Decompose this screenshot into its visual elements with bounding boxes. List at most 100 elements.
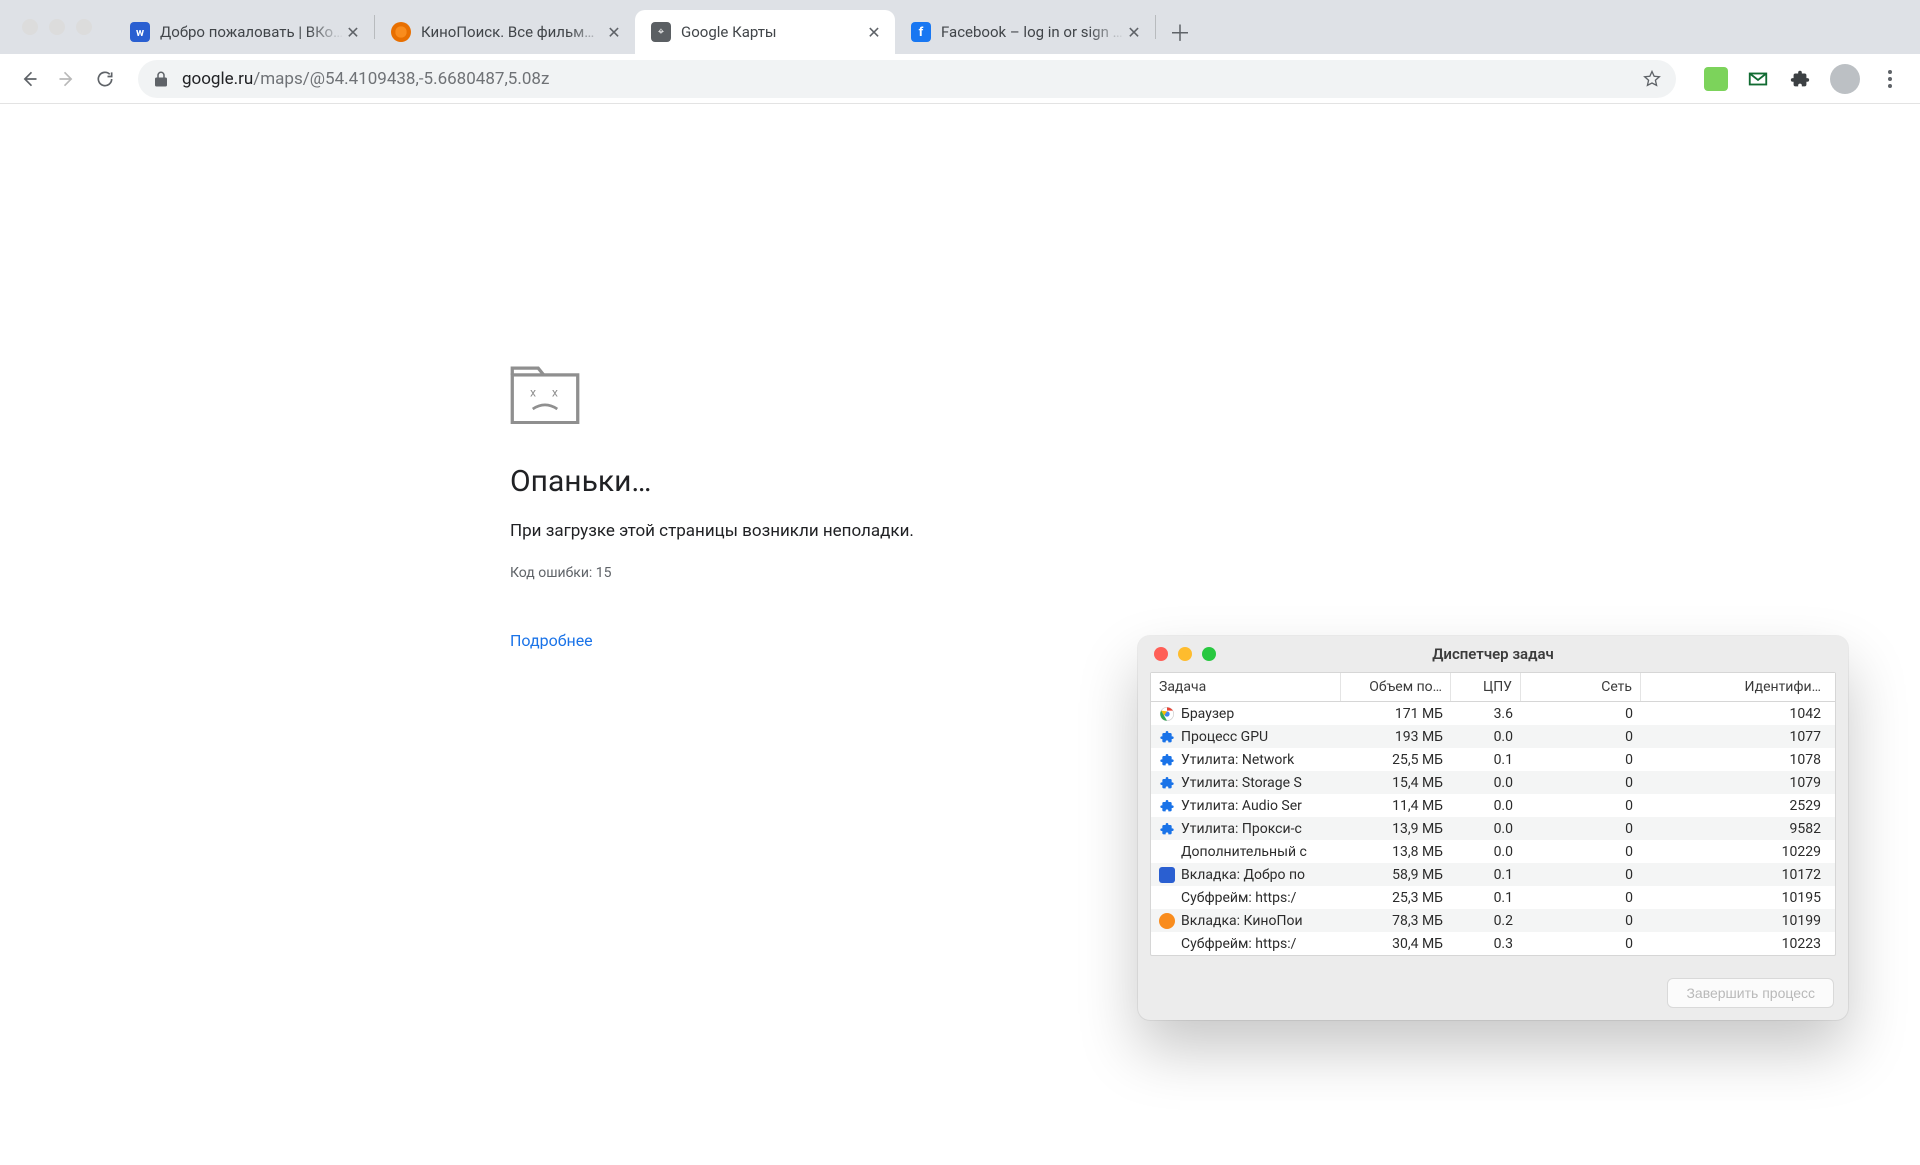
col-cpu[interactable]: ЦПУ xyxy=(1451,673,1521,701)
window-close-button[interactable] xyxy=(22,19,38,35)
process-network: 0 xyxy=(1521,729,1641,745)
tab-facebook[interactable]: f Facebook – log in or sign up ✕ xyxy=(895,10,1155,54)
task-manager-titlebar[interactable]: Диспетчер задач xyxy=(1138,636,1848,672)
browser-window: w Добро пожаловать | ВКонтак ✕ КиноПоиск… xyxy=(0,0,1920,1165)
col-network[interactable]: Сеть xyxy=(1521,673,1641,701)
extension-mail-icon[interactable] xyxy=(1746,67,1770,91)
process-network: 0 xyxy=(1521,775,1641,791)
process-icon xyxy=(1159,821,1175,837)
task-row[interactable]: Браузер171 МБ3.601042 xyxy=(1151,702,1835,725)
bookmark-star-icon[interactable] xyxy=(1642,69,1662,89)
task-row[interactable]: Субфрейм: https:/30,4 МБ0.3010223 xyxy=(1151,932,1835,955)
task-row[interactable]: Вкладка: КиноПои78,3 МБ0.2010199 xyxy=(1151,909,1835,932)
sad-folder-icon: x x xyxy=(510,364,580,424)
error-page: x x Опаньки… При загрузке этой страницы … xyxy=(510,364,1150,650)
process-network: 0 xyxy=(1521,844,1641,860)
process-network: 0 xyxy=(1521,706,1641,722)
tab-separator xyxy=(1155,15,1156,39)
tab-kinopoisk[interactable]: КиноПоиск. Все фильмы план ✕ xyxy=(375,10,635,54)
process-memory: 13,8 МБ xyxy=(1341,844,1451,860)
svg-text:x: x xyxy=(530,386,536,400)
learn-more-link[interactable]: Подробнее xyxy=(510,631,593,650)
process-name: Утилита: Audio Ser xyxy=(1181,798,1302,814)
toolbar: google.ru/maps/@54.4109438,-5.6680487,5.… xyxy=(0,54,1920,104)
profile-avatar[interactable] xyxy=(1830,64,1860,94)
extensions-area xyxy=(1686,64,1910,94)
address-bar[interactable]: google.ru/maps/@54.4109438,-5.6680487,5.… xyxy=(138,60,1676,98)
process-id: 10229 xyxy=(1641,844,1835,860)
back-button[interactable] xyxy=(10,60,48,98)
task-row[interactable]: Вкладка: Добро по58,9 МБ0.1010172 xyxy=(1151,863,1835,886)
process-network: 0 xyxy=(1521,798,1641,814)
task-row[interactable]: Утилита: Прокси-с13,9 МБ0.009582 xyxy=(1151,817,1835,840)
process-memory: 171 МБ xyxy=(1341,706,1451,722)
process-icon xyxy=(1159,936,1175,952)
process-icon xyxy=(1159,706,1175,722)
task-manager-window-controls xyxy=(1138,647,1216,661)
task-manager-window[interactable]: Диспетчер задач Задача Объем по… ЦПУ Сет… xyxy=(1138,636,1848,1020)
process-icon xyxy=(1159,867,1175,883)
process-name: Утилита: Storage S xyxy=(1181,775,1302,791)
process-memory: 13,9 МБ xyxy=(1341,821,1451,837)
error-message: При загрузке этой страницы возникли непо… xyxy=(510,521,1150,541)
vk-favicon-icon: w xyxy=(130,22,150,42)
task-row[interactable]: Процесс GPU193 МБ0.001077 xyxy=(1151,725,1835,748)
forward-button[interactable] xyxy=(48,60,86,98)
task-row[interactable]: Утилита: Network25,5 МБ0.101078 xyxy=(1151,748,1835,771)
task-manager-header-row[interactable]: Задача Объем по… ЦПУ Сеть Идентифи… xyxy=(1151,673,1835,702)
task-row[interactable]: Утилита: Audio Ser11,4 МБ0.002529 xyxy=(1151,794,1835,817)
task-manager-footer: Завершить процесс xyxy=(1138,968,1848,1020)
process-cpu: 0.1 xyxy=(1451,752,1521,768)
col-memory[interactable]: Объем по… xyxy=(1341,673,1451,701)
task-row[interactable]: Субфрейм: https:/25,3 МБ0.1010195 xyxy=(1151,886,1835,909)
url-host: google.ru xyxy=(182,69,253,89)
arrow-right-icon xyxy=(57,69,77,89)
process-icon xyxy=(1159,844,1175,860)
tm-close-button[interactable] xyxy=(1154,647,1168,661)
tab-close-button[interactable]: ✕ xyxy=(605,23,623,41)
tab-google-maps[interactable]: ⌖ Google Карты ✕ xyxy=(635,10,895,54)
tab-vk[interactable]: w Добро пожаловать | ВКонтак ✕ xyxy=(114,10,374,54)
window-minimize-button[interactable] xyxy=(49,19,65,35)
tm-minimize-button[interactable] xyxy=(1178,647,1192,661)
process-id: 1077 xyxy=(1641,729,1835,745)
col-task[interactable]: Задача xyxy=(1151,673,1341,701)
tab-close-button[interactable]: ✕ xyxy=(344,23,362,41)
process-memory: 25,5 МБ xyxy=(1341,752,1451,768)
arrow-left-icon xyxy=(19,69,39,89)
kinopoisk-favicon-icon xyxy=(391,22,411,42)
process-id: 10199 xyxy=(1641,913,1835,929)
process-icon xyxy=(1159,890,1175,906)
extension-1-icon[interactable] xyxy=(1704,67,1728,91)
kebab-menu-icon[interactable] xyxy=(1878,70,1902,88)
task-row[interactable]: Утилита: Storage S15,4 МБ0.001079 xyxy=(1151,771,1835,794)
process-memory: 30,4 МБ xyxy=(1341,936,1451,952)
tab-title: КиноПоиск. Все фильмы план xyxy=(421,23,605,41)
window-zoom-button[interactable] xyxy=(76,19,92,35)
tm-zoom-button[interactable] xyxy=(1202,647,1216,661)
process-name: Субфрейм: https:/ xyxy=(1181,890,1296,906)
task-row[interactable]: Дополнительный с13,8 МБ0.0010229 xyxy=(1151,840,1835,863)
tab-close-button[interactable]: ✕ xyxy=(1125,23,1143,41)
process-id: 10195 xyxy=(1641,890,1835,906)
process-id: 10172 xyxy=(1641,867,1835,883)
error-title: Опаньки… xyxy=(510,464,1150,499)
page-content: x x Опаньки… При загрузке этой страницы … xyxy=(0,104,1920,1165)
process-icon xyxy=(1159,752,1175,768)
new-tab-button[interactable]: ＋ xyxy=(1162,14,1198,50)
process-network: 0 xyxy=(1521,936,1641,952)
process-name: Субфрейм: https:/ xyxy=(1181,936,1296,952)
end-process-button[interactable]: Завершить процесс xyxy=(1667,978,1834,1008)
process-network: 0 xyxy=(1521,752,1641,768)
reload-button[interactable] xyxy=(86,60,124,98)
process-memory: 11,4 МБ xyxy=(1341,798,1451,814)
process-id: 1079 xyxy=(1641,775,1835,791)
col-id[interactable]: Идентифи… xyxy=(1641,673,1835,701)
process-id: 2529 xyxy=(1641,798,1835,814)
process-memory: 25,3 МБ xyxy=(1341,890,1451,906)
lock-icon xyxy=(152,70,170,88)
process-memory: 78,3 МБ xyxy=(1341,913,1451,929)
tab-close-button[interactable]: ✕ xyxy=(865,23,883,41)
tab-list: w Добро пожаловать | ВКонтак ✕ КиноПоиск… xyxy=(114,0,1204,54)
extensions-puzzle-icon[interactable] xyxy=(1788,67,1812,91)
